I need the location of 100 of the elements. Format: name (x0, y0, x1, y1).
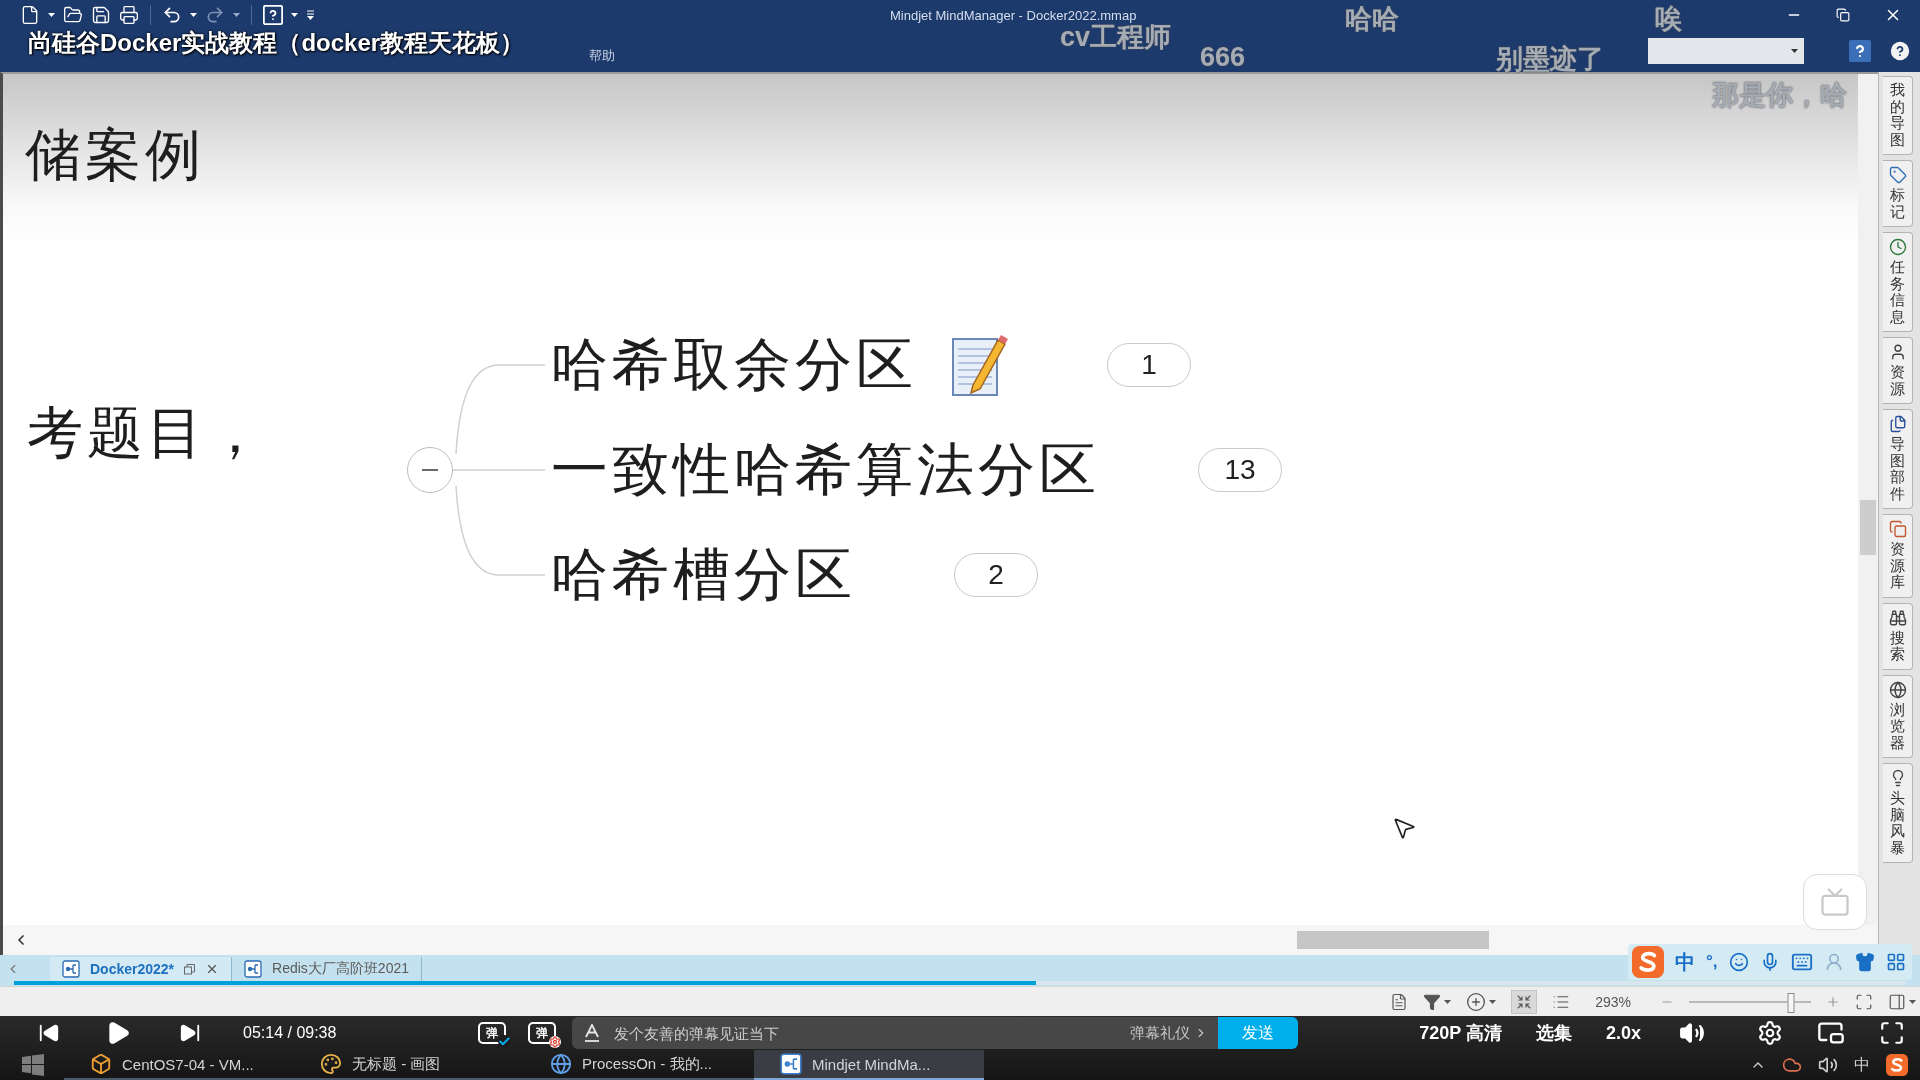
mind-map-icon (780, 1053, 802, 1075)
save-icon[interactable] (91, 5, 111, 25)
tag-icon (1888, 166, 1907, 184)
add-circle-icon[interactable] (1466, 991, 1487, 1012)
shirt-icon[interactable] (1854, 952, 1875, 972)
caret-icon[interactable] (1444, 999, 1452, 1004)
gear-icon (549, 1036, 562, 1048)
danmaku-field[interactable]: 发个友善的弹幕见证当下 弹幕礼仪 (572, 1017, 1219, 1049)
smile-icon[interactable] (1728, 952, 1749, 972)
playback-time: 05:14 / 09:38 (243, 1024, 337, 1042)
side-tab[interactable]: 资源库 (1883, 514, 1913, 598)
caret-icon[interactable] (1909, 999, 1916, 1004)
quality-button[interactable]: 720P 高清 (1419, 1021, 1502, 1045)
cloud-icon[interactable] (1782, 1055, 1802, 1075)
ime-mode[interactable]: 中 (1675, 948, 1695, 976)
customize-icon[interactable] (306, 10, 315, 20)
skip-back-icon[interactable] (38, 1022, 60, 1044)
keyboard-icon[interactable] (1790, 951, 1813, 973)
restore-icon[interactable] (1836, 8, 1850, 22)
scroll-thumb[interactable] (1297, 931, 1489, 949)
side-tab[interactable]: 资源 (1883, 337, 1913, 404)
danmaku-comment: 唉 (1655, 4, 1682, 36)
punctuation-mode[interactable]: °, (1706, 952, 1718, 972)
mind-map-file-icon (62, 960, 80, 978)
topic-text[interactable]: 哈希取余分区 (551, 330, 917, 400)
fit-button[interactable] (1511, 989, 1538, 1014)
document-icon[interactable] (1390, 992, 1409, 1011)
globe-icon (550, 1053, 572, 1075)
shrink-icon[interactable] (1516, 993, 1533, 1010)
taskbar-app[interactable]: 无标题 - 画图 (294, 1050, 524, 1080)
minus-icon (422, 469, 438, 471)
window-title: Mindjet MindManager - Docker2022.mmap (890, 7, 1137, 23)
side-tab[interactable]: 搜索 (1883, 602, 1913, 670)
danmaku-comment: cv工程师 (1060, 22, 1172, 54)
side-tab[interactable]: 导图部件 (1883, 409, 1913, 509)
binoculars-icon (1888, 608, 1907, 627)
search-field[interactable] (1648, 38, 1804, 64)
caret-icon[interactable] (233, 13, 240, 17)
caret-icon[interactable] (1489, 999, 1497, 1004)
windows-logo-icon[interactable] (22, 1054, 44, 1076)
topic-text[interactable]: 哈希槽分区 (551, 540, 856, 610)
ribbon-tab[interactable]: 帮助 (583, 45, 621, 67)
undo-icon[interactable] (162, 5, 182, 25)
filter-icon[interactable] (1423, 992, 1442, 1011)
settings-icon[interactable] (1757, 1020, 1783, 1046)
ime-logo-icon[interactable] (1886, 1054, 1908, 1076)
caret-icon[interactable] (291, 13, 298, 17)
vertical-scrollbar[interactable] (1858, 74, 1878, 925)
speed-button[interactable]: 2.0x (1605, 1022, 1641, 1044)
taskbar-app[interactable]: ProcessOn - 我的... (524, 1050, 754, 1080)
check-icon (498, 1035, 512, 1048)
collapse-toggle[interactable] (407, 447, 453, 493)
note-icon[interactable] (951, 333, 1009, 397)
text-style-icon[interactable] (584, 1024, 601, 1042)
palette-icon (320, 1053, 342, 1075)
side-tab[interactable]: 浏览器 (1883, 674, 1913, 758)
side-tab[interactable]: 任务信息 (1883, 232, 1913, 332)
danmaku-comment: 别墨迹了 (1496, 44, 1604, 76)
speaker-icon[interactable] (1818, 1055, 1838, 1075)
topic-text[interactable]: 一致性哈希算法分区 (551, 435, 1100, 505)
new-document-icon[interactable] (20, 5, 40, 25)
copy-icon (1888, 520, 1907, 538)
video-title: 尚硅谷Docker实战教程（docker教程天花板） (28, 28, 525, 58)
help-icon[interactable] (1890, 41, 1910, 61)
volume-icon[interactable] (1679, 1020, 1705, 1046)
caret-icon[interactable] (190, 13, 197, 17)
count-badge: 1 (1107, 343, 1191, 387)
side-tab[interactable]: 标记 (1883, 160, 1913, 227)
slider-thumb[interactable] (1787, 992, 1795, 1013)
taskbar-app[interactable]: CentOS7-04 - VM... (64, 1050, 294, 1080)
files-icon (1888, 415, 1907, 433)
help-icon[interactable] (1848, 39, 1872, 63)
skip-forward-icon[interactable] (179, 1022, 201, 1044)
document-tab[interactable]: Docker2022* (50, 957, 233, 981)
scroll-thumb[interactable] (1860, 500, 1876, 555)
side-tab[interactable]: 我的导图 (1883, 76, 1913, 155)
help-icon[interactable] (263, 5, 283, 25)
globe-icon (1888, 680, 1907, 699)
danmaku-comment: 666 (1200, 42, 1246, 74)
caret-icon[interactable] (1791, 49, 1798, 53)
redo-icon[interactable] (205, 5, 225, 25)
count-badge: 2 (954, 553, 1038, 597)
topic-text[interactable]: 储案例 (25, 120, 205, 190)
episodes-button[interactable]: 选集 (1535, 1021, 1572, 1045)
topic-text[interactable]: 考题目， (27, 398, 267, 468)
taskbar-app[interactable]: Mindjet MindMa... (754, 1050, 984, 1080)
clock-icon (1888, 238, 1907, 256)
etiquette-link[interactable]: 弹幕礼仪 (1130, 1023, 1209, 1043)
grid-icon[interactable] (1885, 952, 1906, 972)
count-badge: 13 (1198, 448, 1282, 492)
expand-icon[interactable] (1855, 992, 1873, 1011)
side-tab[interactable]: 头脑风暴 (1883, 763, 1913, 863)
input-method-indicator[interactable]: 中 (1854, 1054, 1870, 1076)
open-folder-icon[interactable] (63, 5, 83, 25)
caret-icon[interactable] (48, 13, 55, 17)
panel-icon[interactable] (1888, 992, 1906, 1011)
cube-icon (90, 1053, 112, 1075)
danmaku-comment: 那是你，哈 (1712, 80, 1847, 112)
print-icon[interactable] (119, 5, 139, 25)
fullscreen-icon[interactable] (1879, 1020, 1905, 1046)
